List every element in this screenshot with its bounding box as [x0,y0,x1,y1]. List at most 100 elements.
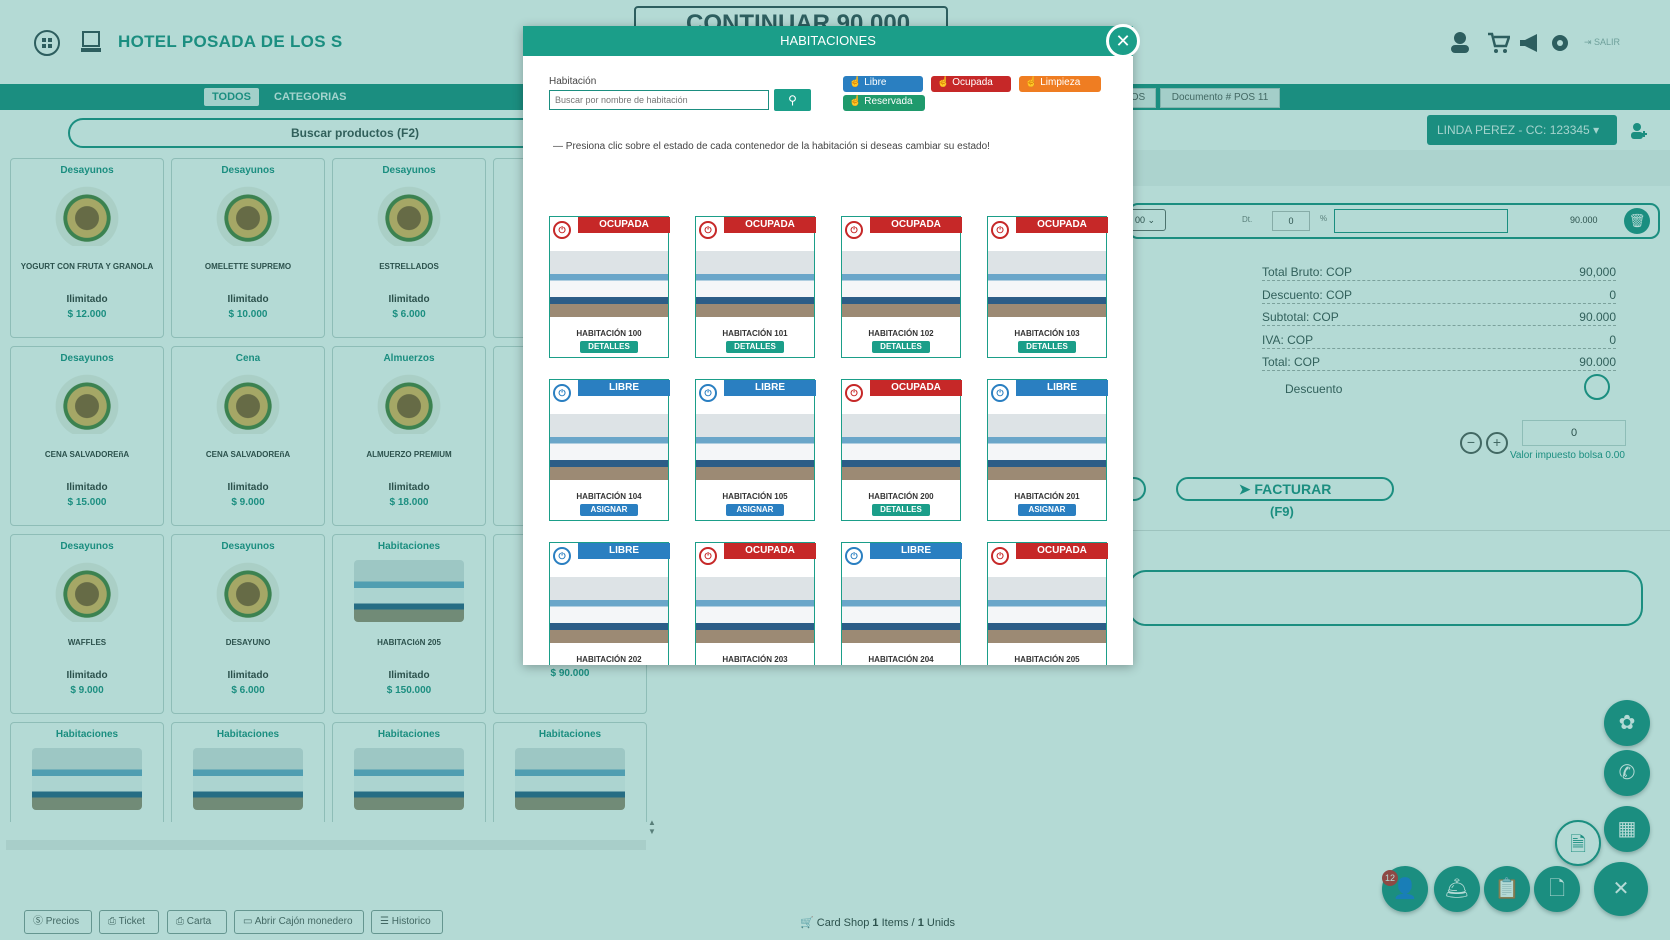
room-status-badge[interactable]: OCUPADA [870,380,962,396]
modal-close-icon[interactable]: ✕ [1106,24,1140,58]
product-card[interactable]: Desayunos OMELETTE SUPREMO Ilimitado $ 10.0… [171,158,325,338]
documento-number-tab[interactable]: Documento # POS 11 [1160,88,1280,108]
room-card[interactable]: ⏻LIBREHABITACIÓN 202ASIGNAR [549,542,670,665]
power-status-icon[interactable]: ⏻ [845,221,863,239]
legend-reservada[interactable]: ☝ Reservada [843,95,925,111]
add-client-icon[interactable] [1630,122,1648,140]
megaphone-icon[interactable] [1518,32,1542,54]
observations-textarea[interactable] [1128,570,1643,626]
precios-button[interactable]: Ⓢ Precios [24,910,92,934]
power-status-icon[interactable]: ⏻ [553,547,571,565]
power-status-icon[interactable]: ⏻ [845,547,863,565]
room-card[interactable]: ⏻ LIBRE HABITACIÓN 105 ASIGNAR [695,379,816,521]
room-action-button[interactable]: DETALLES [580,341,638,353]
fab-document-icon[interactable]: 🗎 [1555,820,1601,866]
room-card[interactable]: ⏻ OCUPADA HABITACIÓN 101 DETALLES [695,216,816,358]
room-card[interactable]: ⏻ OCUPADA HABITACIÓN 103 DETALLES [987,216,1108,358]
client-selector[interactable]: LINDA PEREZ - CC: 123345 ▾ [1427,115,1617,145]
room-card[interactable]: ⏻ OCUPADA HABITACIÓN 200 DETALLES [841,379,962,521]
descuento-toggle[interactable] [1584,374,1610,400]
room-status-badge[interactable]: LIBRE [1016,380,1108,396]
carta-button[interactable]: ⎙ Carta [167,910,227,934]
room-card[interactable]: ⏻ OCUPADA HABITACIÓN 100 DETALLES [549,216,670,358]
power-status-icon[interactable]: ⏻ [553,384,571,402]
power-status-icon[interactable]: ⏻ [991,221,1009,239]
product-card[interactable]: Habitaciones [332,722,486,822]
fab-calculator-icon[interactable]: ▦ [1604,806,1650,852]
fab-bell-icon[interactable]: ✿ [1604,700,1650,746]
bolsa-quantity-input[interactable]: 0 [1522,420,1626,446]
power-status-icon[interactable]: ⏻ [699,221,717,239]
room-status-badge[interactable]: OCUPADA [724,543,816,559]
room-status-badge[interactable]: OCUPADA [578,217,670,233]
room-status-badge[interactable]: OCUPADA [1016,543,1108,559]
power-status-icon[interactable]: ⏻ [991,384,1009,402]
tab-todos[interactable]: TODOS [204,88,259,106]
product-card[interactable]: Desayunos ESTRELLADOS Ilimitado $ 6.000 [332,158,486,338]
product-card[interactable]: Desayunos WAFFLES Ilimitado $ 9.000 [10,534,164,714]
room-action-button[interactable]: ASIGNAR [1018,504,1076,516]
power-status-icon[interactable]: ⏻ [991,547,1009,565]
product-card[interactable]: Habitaciones [171,722,325,822]
product-card[interactable]: Cena CENA SALVADOREñA Ilimitado $ 9.000 [171,346,325,526]
fab-close-icon[interactable]: ✕ [1594,862,1648,916]
product-card[interactable]: Habitaciones [493,722,647,822]
product-card[interactable]: Almuerzos ALMUERZO PREMIUM Ilimitado $ 18.0… [332,346,486,526]
room-status-badge[interactable]: LIBRE [578,380,670,396]
ticket-button[interactable]: ⎙ Ticket [99,910,159,934]
abrir-cajon-button[interactable]: ▭ Abrir Cajón monedero [234,910,364,934]
legend-ocupada[interactable]: ☝ Ocupada [931,76,1011,92]
room-action-button[interactable]: ASIGNAR [580,504,638,516]
room-action-button[interactable]: DETALLES [726,341,784,353]
user-support-icon[interactable] [1448,30,1472,54]
room-card[interactable]: ⏻LIBREHABITACIÓN 204ASIGNAR [841,542,962,665]
fab-phone-icon[interactable]: ✆ [1604,750,1650,796]
quantity-select[interactable]: 00 ⌄ [1130,209,1166,231]
room-status-badge[interactable]: OCUPADA [724,217,816,233]
product-card[interactable]: Desayunos YOGURT CON FRUTA Y GRANOLA Ilimi… [10,158,164,338]
room-action-button[interactable]: ASIGNAR [726,504,784,516]
fab-service-bell-icon[interactable]: 🛎 [1434,866,1480,912]
room-card[interactable]: ⏻OCUPADAHABITACIÓN 203DETALLES [695,542,816,665]
room-status-badge[interactable]: OCUPADA [1016,217,1108,233]
product-card[interactable]: Habitaciones [10,722,164,822]
power-status-icon[interactable]: ⏻ [845,384,863,402]
product-card[interactable]: Habitaciones HABITACIóN 205 Ilimitado $ 150… [332,534,486,714]
room-card[interactable]: ⏻ LIBRE HABITACIÓN 104 ASIGNAR [549,379,670,521]
room-status-badge[interactable]: OCUPADA [870,217,962,233]
horizontal-scrollbar[interactable] [6,840,646,850]
line-item-note-input[interactable] [1334,209,1508,233]
product-card[interactable]: Desayunos DESAYUNO Ilimitado $ 6.000 [171,534,325,714]
room-action-button[interactable]: DETALLES [872,341,930,353]
power-status-icon[interactable]: ⏻ [699,384,717,402]
room-status-badge[interactable]: LIBRE [724,380,816,396]
legend-limpieza[interactable]: ☝ Limpieza [1019,76,1101,92]
pos-terminal-icon[interactable] [80,30,102,54]
legend-libre[interactable]: ☝ Libre [843,76,923,92]
facturar-button[interactable]: ➤ FACTURAR [1176,477,1394,501]
discount-value-input[interactable]: 0 [1272,211,1310,231]
search-icon[interactable]: ⚲ [774,89,811,111]
habitacion-search-input[interactable] [549,90,769,110]
room-card[interactable]: ⏻ OCUPADA HABITACIÓN 102 DETALLES [841,216,962,358]
product-card[interactable]: Desayunos CENA SALVADOREñA Ilimitado $ 15.0… [10,346,164,526]
power-status-icon[interactable]: ⏻ [553,221,571,239]
apps-grid-icon[interactable] [34,30,60,56]
tab-categorias[interactable]: CATEGORIAS [266,88,355,106]
room-status-badge[interactable]: LIBRE [870,543,962,559]
room-card[interactable]: ⏻ LIBRE HABITACIÓN 201 ASIGNAR [987,379,1108,521]
historico-button[interactable]: ☰ Historico [371,910,443,934]
power-status-icon[interactable]: ⏻ [699,547,717,565]
room-action-button[interactable]: DETALLES [1018,341,1076,353]
increase-bolsa-icon[interactable]: + [1486,432,1508,454]
delete-item-icon[interactable]: 🗑 [1624,208,1650,234]
exit-button[interactable]: ⇥ SALIR [1584,34,1620,50]
room-card[interactable]: ⏻OCUPADAHABITACIÓN 205DETALLES [987,542,1108,665]
fab-add-document-icon[interactable]: 🗋 [1534,866,1580,912]
cart-icon[interactable] [1486,32,1511,54]
room-status-badge[interactable]: LIBRE [578,543,670,559]
decrease-bolsa-icon[interactable]: − [1460,432,1482,454]
settings-gear-icon[interactable] [1548,31,1572,55]
fab-clipboard-icon[interactable]: 📋 [1484,866,1530,912]
room-action-button[interactable]: DETALLES [872,504,930,516]
